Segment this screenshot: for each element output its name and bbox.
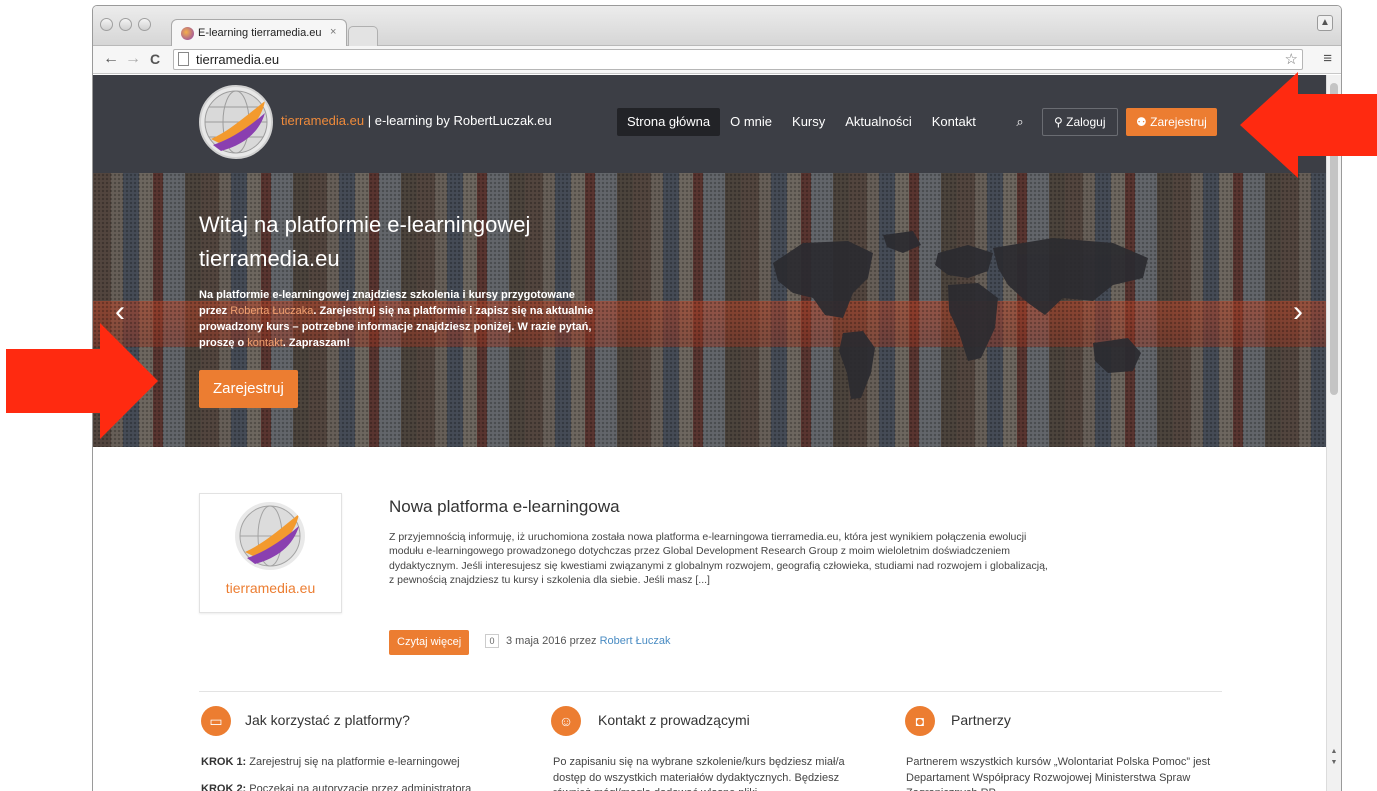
site-logo[interactable]	[199, 85, 273, 159]
step2-label: KROK 2:	[201, 782, 247, 791]
chat-icon: ◘	[905, 706, 935, 736]
feature-title-usage: Jak korzystać z platformy?	[245, 712, 410, 728]
reload-icon[interactable]: C	[150, 51, 160, 67]
thumb-caption: tierramedia.eu	[225, 580, 316, 596]
browser-titlebar: E-learning tierramedia.eu × ▲	[93, 6, 1341, 46]
comment-count-badge[interactable]: 0	[485, 634, 499, 648]
browser-toolbar: ← → C tierramedia.eu ☆ ≡	[93, 46, 1341, 74]
brand-text[interactable]: tierramedia.eu | e-learning by RobertLuc…	[281, 113, 552, 128]
page-icon	[178, 52, 189, 66]
screenshot-stage: E-learning tierramedia.eu × ▲ ← → C tier…	[0, 0, 1377, 791]
hero-author-link[interactable]: Roberta Łuczaka	[230, 305, 313, 317]
menu-icon[interactable]: ≡	[1323, 50, 1332, 67]
post-excerpt: Z przyjemnością informuję, iż uruchomion…	[389, 531, 1048, 587]
login-label: Zaloguj	[1066, 115, 1106, 129]
hero-slider: Witaj na platformie e-learningowej tierr…	[93, 173, 1328, 447]
key-icon: ⚲	[1054, 115, 1063, 129]
register-button[interactable]: ⚉ Zarejestruj	[1126, 108, 1217, 136]
profile-icon[interactable]: ▲	[1317, 15, 1333, 31]
brand-highlight: tierramedia.eu	[281, 113, 365, 128]
feature-title-partners: Partnerzy	[951, 712, 1011, 728]
slider-next-icon[interactable]: ›	[1293, 295, 1303, 329]
globe-thumb-icon	[235, 502, 305, 570]
step1-label: KROK 1:	[201, 756, 247, 768]
close-window-button[interactable]	[100, 18, 113, 31]
tab-close-icon[interactable]: ×	[330, 26, 336, 38]
favicon-icon	[181, 27, 194, 40]
forward-icon[interactable]: →	[125, 50, 141, 68]
tab-title: E-learning tierramedia.eu	[198, 27, 322, 39]
brand-rest: | e-learning by RobertLuczak.eu	[364, 113, 552, 128]
address-bar[interactable]: tierramedia.eu ☆	[173, 49, 1303, 70]
page-scrollbar[interactable]: ▲ ▼	[1326, 75, 1341, 791]
world-map-icon	[773, 231, 1148, 399]
nav-item-news[interactable]: Aktualności	[835, 108, 921, 136]
step1-text: Zarejestruj się na platformie e-learning…	[246, 756, 460, 768]
scroll-down-icon[interactable]: ▼	[1329, 758, 1339, 768]
hero-title: Witaj na platformie e-learningowej tierr…	[199, 212, 531, 271]
section-divider	[199, 691, 1222, 692]
hero-text-3: . Zapraszam!	[282, 337, 351, 349]
browser-window: E-learning tierramedia.eu × ▲ ← → C tier…	[92, 5, 1342, 791]
step2-text: Poczekaj na autoryzację przez administra…	[246, 782, 472, 791]
post-meta: 3 maja 2016 przez Robert Łuczak	[506, 635, 671, 647]
users-icon: ☺	[551, 706, 581, 736]
feature-text-partners: Partnerem wszystkich kursów „Wolontariat…	[906, 756, 1211, 791]
laptop-icon: ▭	[201, 706, 231, 736]
zoom-window-button[interactable]	[138, 18, 151, 31]
browser-tab[interactable]: E-learning tierramedia.eu ×	[171, 19, 347, 46]
new-tab-button[interactable]	[348, 26, 378, 46]
page-viewport: tierramedia.eu | e-learning by RobertLuc…	[93, 75, 1328, 791]
annotation-arrow-left	[6, 323, 158, 439]
feature-text-contact: Po zapisaniu się na wybrane szkolenie/ku…	[553, 756, 845, 791]
back-icon[interactable]: ←	[103, 50, 119, 68]
site-header: tierramedia.eu | e-learning by RobertLuc…	[93, 75, 1328, 173]
post-thumbnail[interactable]: tierramedia.eu	[199, 493, 342, 613]
read-more-button[interactable]: Czytaj więcej	[389, 630, 470, 655]
globe-logo-icon	[204, 90, 268, 154]
post-title[interactable]: Nowa platforma e-learningowa	[389, 497, 620, 517]
hero-text: Na platformie e-learningowej znajdziesz …	[199, 287, 599, 351]
hero-contact-link[interactable]: kontakt	[247, 337, 282, 349]
user-icon: ⚉	[1136, 115, 1147, 129]
nav-item-home[interactable]: Strona główna	[617, 108, 721, 136]
search-icon[interactable]: ⌕	[1006, 108, 1034, 136]
minimize-window-button[interactable]	[119, 18, 132, 31]
hero-register-button[interactable]: Zarejestruj	[199, 370, 298, 408]
main-nav: Strona główna O mnie Kursy Aktualności K…	[617, 108, 986, 136]
login-button[interactable]: ⚲ Zaloguj	[1042, 108, 1118, 136]
feature-title-contact: Kontakt z prowadzącymi	[598, 712, 750, 728]
nav-item-contact[interactable]: Kontakt	[922, 108, 986, 136]
annotation-arrow-right	[1240, 72, 1377, 178]
scroll-up-icon[interactable]: ▲	[1329, 747, 1339, 757]
url-text: tierramedia.eu	[196, 52, 280, 67]
nav-item-about[interactable]: O mnie	[720, 108, 782, 136]
post-date: 3 maja 2016 przez	[506, 635, 600, 647]
register-label: Zarejestruj	[1150, 115, 1207, 129]
nav-item-courses[interactable]: Kursy	[782, 108, 835, 136]
post-author-link[interactable]: Robert Łuczak	[600, 635, 671, 647]
bookmark-star-icon[interactable]: ☆	[1285, 50, 1298, 68]
feature-text-usage: KROK 1: Zarejestruj się na platformie e-…	[201, 755, 531, 791]
